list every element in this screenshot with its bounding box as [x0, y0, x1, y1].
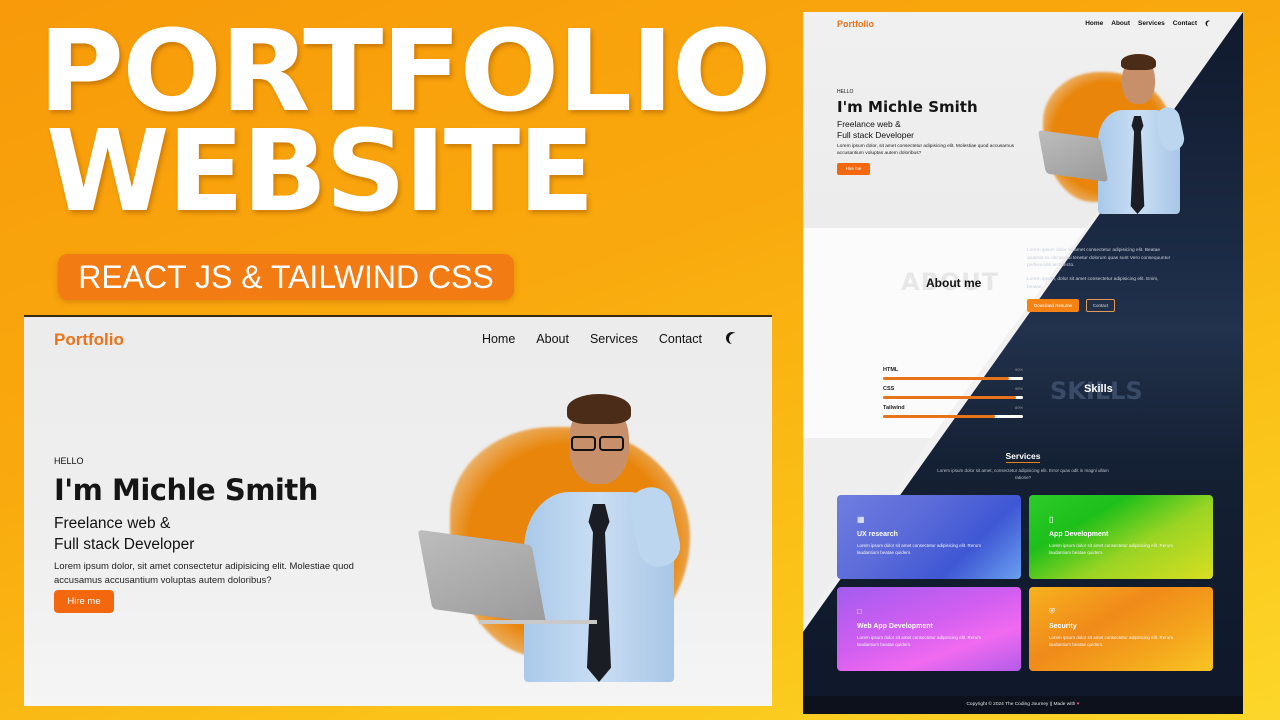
small-nav-contact[interactable]: Contact: [1173, 20, 1197, 27]
mobile-icon: ▯: [1049, 515, 1054, 524]
hero-description: Lorem ipsum dolor, sit amet consectetur …: [54, 561, 354, 586]
skill-item: CSS 95%: [883, 386, 1023, 405]
desktop-icon: □: [857, 607, 862, 616]
thumbnail-headline: PORTFOLIO WEBSITE: [38, 16, 772, 237]
small-person-image: [1037, 52, 1203, 214]
small-site-logo[interactable]: Portfolio: [837, 19, 874, 29]
contact-button[interactable]: Contact: [1086, 299, 1115, 312]
site-logo[interactable]: Portfolio: [54, 330, 124, 350]
services-title: Services: [803, 451, 1243, 463]
site-footer: Copyright © 2024 The Coding Journey || M…: [803, 696, 1243, 714]
service-text: Lorem ipsum dolor sit amet consectetur a…: [857, 543, 982, 555]
skill-name: Tailwind: [883, 405, 905, 411]
large-site-preview: Portfolio Home About Services Contact HE…: [24, 315, 772, 706]
moon-icon[interactable]: [1207, 21, 1213, 27]
layout-icon: ▦: [857, 515, 865, 524]
shield-icon: ⛨: [1049, 607, 1055, 616]
nav-contact[interactable]: Contact: [659, 332, 702, 346]
heart-icon: ♥: [1076, 702, 1080, 707]
download-resume-button[interactable]: Download Resume: [1027, 299, 1079, 312]
headline-line-2: WEBSITE: [46, 107, 595, 237]
skill-name: CSS: [883, 386, 895, 392]
skill-bar: [883, 377, 1009, 380]
service-text: Lorem ipsum dolor sit amet consectetur a…: [1049, 635, 1174, 647]
service-title: Web App Development: [857, 623, 933, 630]
small-hero-role-line-1: Freelance web &: [837, 119, 901, 129]
tech-badge: REACT JS & TAILWIND CSS: [58, 254, 514, 300]
nav-home[interactable]: Home: [482, 332, 515, 346]
about-paragraph-2: Lorem ipsum, dolor sit amet consectetur …: [1027, 277, 1159, 290]
small-site-preview: Portfolio Home About Services Contact HE…: [803, 12, 1243, 714]
service-title: Security: [1049, 623, 1077, 630]
skill-bar: [883, 396, 1016, 399]
services-title-text: Services: [1005, 451, 1041, 463]
nav-about[interactable]: About: [536, 332, 569, 346]
skills-title: Skills: [1084, 383, 1113, 395]
service-title: App Development: [1049, 531, 1109, 538]
moon-icon[interactable]: [729, 333, 741, 345]
small-nav-home[interactable]: Home: [1085, 20, 1103, 27]
service-title: UX research: [857, 531, 898, 538]
site-nav: Home About Services Contact: [482, 332, 738, 346]
hero-name: I'm Michle Smith: [54, 473, 318, 507]
about-title: About me: [926, 276, 982, 290]
headline-line-1: PORTFOLIO: [38, 7, 772, 137]
about-paragraph-1: Lorem ipsum dolor sit amet consectetur a…: [1027, 248, 1171, 268]
skill-name: HTML: [883, 367, 899, 373]
small-site-nav: Home About Services Contact: [1085, 20, 1213, 27]
skill-percent: 80%: [1014, 405, 1023, 410]
skill-item: HTML 90%: [883, 367, 1023, 386]
skill-bar: [883, 415, 995, 418]
small-nav-services[interactable]: Services: [1138, 20, 1165, 27]
footer-text: Copyright © 2024 The Coding Journey || M…: [966, 702, 1076, 707]
skill-percent: 90%: [1014, 367, 1023, 372]
small-hero-role: Freelance web & Full stack Developer: [837, 119, 914, 141]
skill-item: Tailwind 80%: [883, 405, 1023, 424]
small-hero-description: Lorem ipsum dolor, sit amet consectetur …: [837, 144, 1015, 156]
nav-services[interactable]: Services: [590, 332, 638, 346]
service-card-security[interactable]: ⛨ Security Lorem ipsum dolor sit amet co…: [1029, 587, 1213, 671]
services-description: Lorem ipsum dolor sit amet, consectetur …: [937, 468, 1109, 480]
skill-percent: 95%: [1014, 386, 1023, 391]
service-card-ux[interactable]: ▦ UX research Lorem ipsum dolor sit amet…: [837, 495, 1021, 579]
hire-me-button[interactable]: Hire me: [54, 590, 114, 613]
hero-greeting: HELLO: [54, 456, 84, 466]
service-text: Lorem ipsum dolor sit amet consectetur a…: [1049, 543, 1174, 555]
person-image: [417, 392, 719, 682]
service-card-webapp[interactable]: □ Web App Development Lorem ipsum dolor …: [837, 587, 1021, 671]
service-card-app[interactable]: ▯ App Development Lorem ipsum dolor sit …: [1029, 495, 1213, 579]
hero-role: Freelance web & Full stack Developer: [54, 513, 194, 555]
service-text: Lorem ipsum dolor sit amet consectetur a…: [857, 635, 982, 647]
small-hire-me-button[interactable]: Hire me: [837, 163, 870, 175]
hero-role-line-1: Freelance web &: [54, 515, 171, 532]
small-hero-role-line-2: Full stack Developer: [837, 130, 915, 140]
small-hero-greeting: HELLO: [837, 89, 854, 95]
small-hero-name: I'm Michle Smith: [837, 98, 978, 116]
hero-role-line-2: Full stack Developer: [54, 536, 195, 553]
small-nav-about[interactable]: About: [1111, 20, 1130, 27]
skills-list: HTML 90% CSS 95% Tailwind 80%: [883, 367, 1023, 424]
